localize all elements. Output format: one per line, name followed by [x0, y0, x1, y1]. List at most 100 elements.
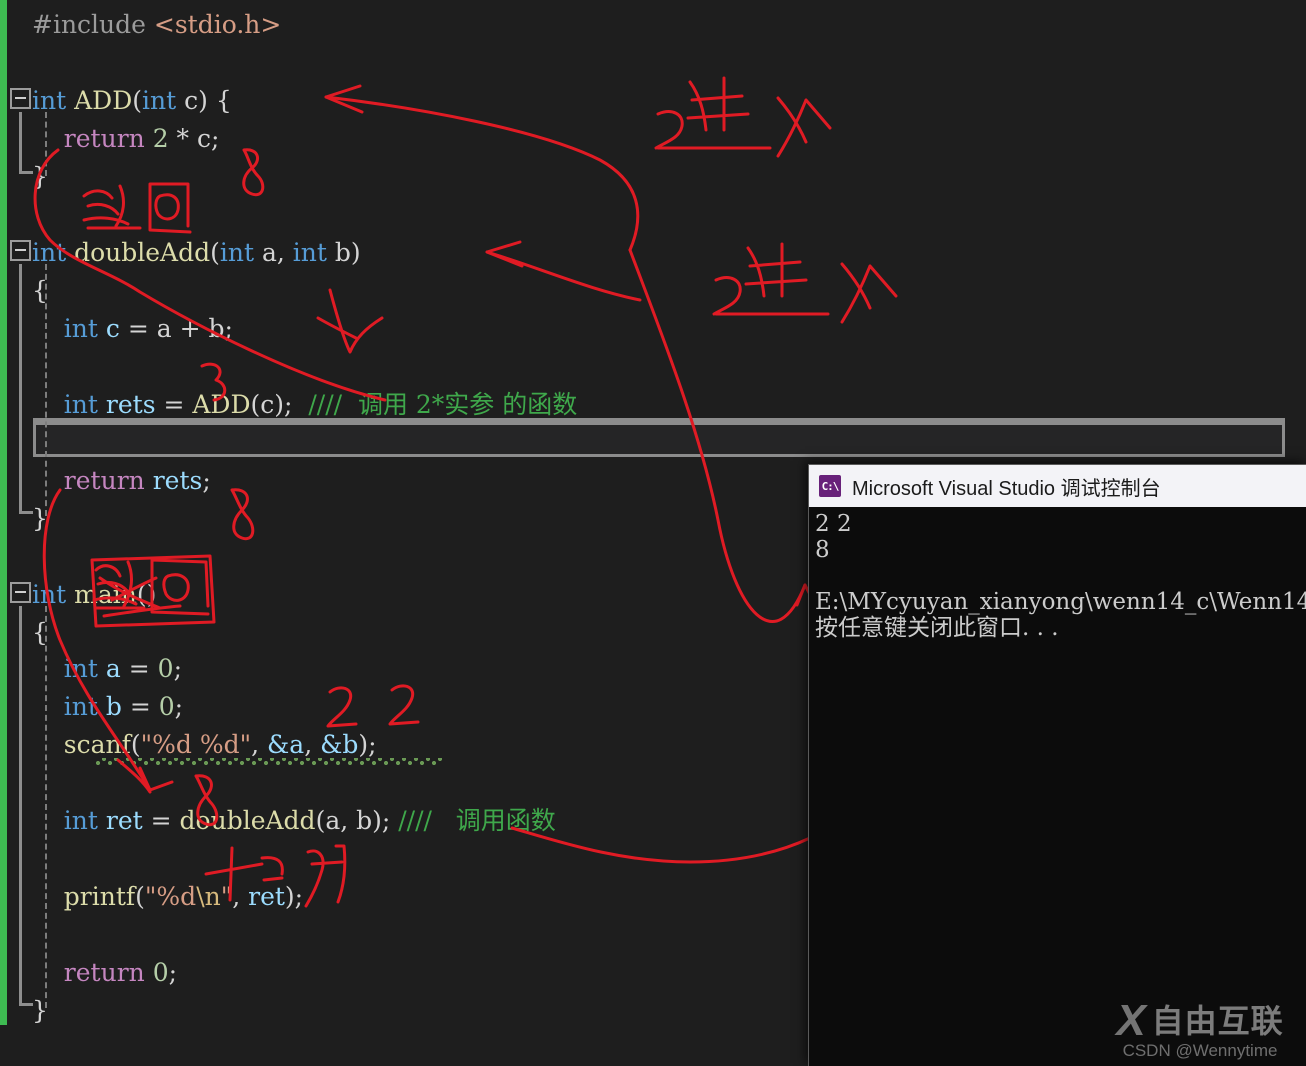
code-line-0[interactable]: #include <stdio.h> — [32, 6, 281, 44]
code-token: #include — [32, 10, 154, 39]
code-token: int — [32, 86, 67, 115]
code-token: = — [142, 806, 180, 835]
code-token: 0 — [158, 692, 175, 721]
watermark-brand-text: 自由互联 — [1151, 1001, 1284, 1040]
debug-console-window[interactable]: C:\ Microsoft Visual Studio 调试控制台 2 2 8 … — [808, 464, 1306, 1066]
code-line-6[interactable]: int c = a + b; — [32, 310, 233, 348]
code-token: <stdio.h> — [153, 10, 282, 39]
code-token: ) { — [198, 86, 232, 115]
indent-guide — [45, 606, 47, 1008]
code-line-2[interactable]: return 2 * c; — [32, 120, 220, 158]
code-token: * c; — [168, 124, 220, 153]
fold-collapse-icon[interactable] — [10, 240, 31, 261]
cmd-console-icon: C:\ — [819, 475, 841, 497]
code-line-13[interactable]: int b = 0; — [32, 688, 183, 726]
code-token: (a, b); — [315, 806, 399, 835]
code-token: int — [63, 314, 98, 343]
code-token: "%d — [144, 882, 197, 911]
console-title-bar[interactable]: C:\ Microsoft Visual Studio 调试控制台 — [809, 465, 1306, 507]
code-line-17[interactable]: return 0; — [32, 954, 177, 992]
console-title-text: Microsoft Visual Studio 调试控制台 — [852, 477, 1161, 500]
code-token: , — [304, 730, 321, 759]
code-token: rets — [105, 390, 156, 419]
code-token: &b — [320, 730, 359, 759]
code-token: ADD — [192, 390, 251, 419]
code-token: 0 — [157, 654, 174, 683]
console-output[interactable]: 2 2 8 E:\MYcyuyan_xianyong\wenn14_c\Wenn… — [809, 507, 1306, 1066]
code-token: ( — [210, 238, 220, 267]
code-token: int — [32, 238, 67, 267]
code-token: int — [142, 86, 177, 115]
indent-guide — [45, 112, 47, 176]
code-token: b) — [326, 238, 361, 267]
code-line-4[interactable]: int doubleAdd(int a, int b) — [32, 234, 361, 272]
code-token: ); — [284, 882, 304, 911]
code-token: ( — [135, 882, 145, 911]
x-logo-icon: X — [1116, 995, 1146, 1045]
fold-collapse-icon[interactable] — [10, 582, 31, 603]
code-line-7[interactable]: int rets = ADD(c); //// 调用 2*实参 的函数 — [32, 386, 577, 424]
watermark: X 自由互联 CSDN @Wennytime — [1102, 995, 1298, 1061]
code-token: return — [63, 466, 145, 495]
watermark-row: X 自由互联 — [1116, 995, 1284, 1045]
code-token: 0 — [152, 958, 169, 987]
code-token: a, — [254, 238, 293, 267]
code-line-12[interactable]: int a = 0; — [32, 650, 182, 688]
code-token: ret — [105, 806, 143, 835]
code-token: , — [251, 730, 268, 759]
code-token: \n — [196, 882, 221, 911]
code-token: , — [232, 882, 249, 911]
code-token: (c); — [250, 390, 309, 419]
code-token: ; — [174, 692, 184, 721]
code-token: ( — [132, 86, 143, 115]
code-token: ( — [130, 730, 141, 759]
code-token: = — [155, 390, 193, 419]
code-token: doubleAdd — [74, 238, 211, 267]
code-line-16[interactable]: printf("%d\n", ret); — [32, 878, 303, 916]
code-token: int — [292, 238, 327, 267]
code-token: doubleAdd — [179, 806, 316, 835]
code-token: int — [63, 390, 98, 419]
block-structure-bar — [19, 112, 33, 174]
code-line-15[interactable]: int ret = doubleAdd(a, b); //// 调用函数 — [32, 802, 556, 840]
block-structure-bar — [19, 264, 33, 514]
code-token: &a — [267, 730, 305, 759]
code-token: ret — [248, 882, 285, 911]
code-token: = — [121, 692, 159, 721]
code-token: //// 调用 2*实参 的函数 — [308, 390, 578, 419]
code-token: () — [136, 580, 157, 609]
code-token: ; — [168, 958, 178, 987]
code-token: int — [63, 654, 98, 683]
code-line-8[interactable]: return rets; — [32, 462, 211, 500]
code-token: int — [63, 692, 98, 721]
code-token: ; — [202, 466, 211, 495]
code-token: int — [32, 580, 67, 609]
code-line-1[interactable]: int ADD(int c) { — [32, 82, 232, 120]
code-line-10[interactable]: int main() — [32, 576, 156, 614]
code-token: int — [63, 806, 98, 835]
code-token: = a + b; — [119, 314, 233, 343]
fold-collapse-icon[interactable] — [10, 88, 31, 109]
code-token: "%d %d" — [140, 730, 252, 759]
code-token: a — [105, 654, 121, 683]
code-token: = — [120, 654, 158, 683]
code-token: int — [219, 238, 255, 267]
